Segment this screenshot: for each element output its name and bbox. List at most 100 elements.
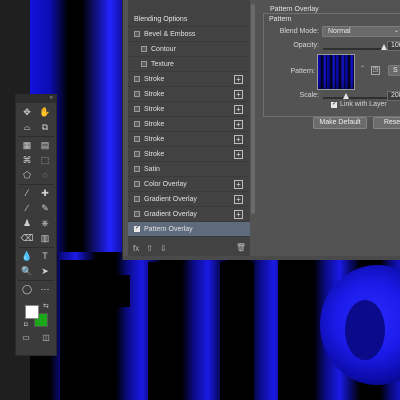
style-item-stroke[interactable]: Stroke +	[128, 117, 250, 132]
tools-panel: « ✥ ✋ ⌓ ⧉ ▦ ▤ ⌘ ⬚ ⬠ ◌ ⁄ ✚ ∕ ✎ ♟ ⎈ ⌫ ▥ 💧 T 🔍 ➤ ◯ ⋯ ⇆ ◘ ▭ ◫	[15, 94, 57, 356]
gradient-icon[interactable]: ▥	[36, 231, 54, 246]
add-style-icon[interactable]: +	[234, 135, 243, 144]
style-checkbox[interactable]	[134, 136, 140, 142]
crop-icon[interactable]: ⧉	[36, 120, 54, 135]
type-icon[interactable]: T	[36, 249, 54, 264]
style-item-stroke[interactable]: Stroke +	[128, 72, 250, 87]
tool-separator	[18, 136, 54, 137]
style-item-pattern-overlay[interactable]: Pattern Overlay	[128, 222, 250, 237]
foreground-color-swatch[interactable]	[25, 305, 39, 319]
style-checkbox[interactable]	[134, 76, 140, 82]
style-item-gradient-overlay[interactable]: Gradient Overlay +	[128, 192, 250, 207]
style-checkbox[interactable]	[134, 151, 140, 157]
style-checkbox[interactable]	[134, 196, 140, 202]
default-colors-icon[interactable]: ◘	[24, 322, 28, 328]
add-style-icon[interactable]: +	[234, 75, 243, 84]
collapse-icon[interactable]: «	[50, 95, 53, 101]
frame-icon[interactable]: ▦	[18, 138, 36, 153]
style-item-stroke[interactable]: Stroke +	[128, 87, 250, 102]
patch-icon[interactable]: ✚	[36, 186, 54, 201]
options-group-title: Pattern Overlay	[270, 6, 319, 13]
style-checkbox[interactable]	[141, 46, 147, 52]
quick-mask-icon[interactable]: ▭	[22, 333, 30, 342]
snap-to-origin-button[interactable]: S	[388, 65, 400, 76]
blending-options-item[interactable]: Blending Options	[128, 12, 250, 27]
opacity-slider-track[interactable]	[323, 48, 387, 50]
style-checkbox[interactable]	[134, 121, 140, 127]
opacity-label: Opacity:	[293, 42, 319, 49]
move-down-icon[interactable]: ⇩	[160, 244, 167, 253]
style-checkbox[interactable]	[134, 211, 140, 217]
style-checkbox[interactable]	[141, 61, 147, 67]
style-item-stroke[interactable]: Stroke +	[128, 147, 250, 162]
style-checkbox[interactable]	[134, 226, 140, 232]
style-item-texture[interactable]: Texture	[128, 57, 250, 72]
quick-select-icon[interactable]: ⌘	[18, 153, 36, 168]
ellipse-lasso-icon[interactable]: ◌	[36, 168, 54, 183]
lasso-icon[interactable]: ⌓	[18, 120, 36, 135]
pattern-swatch[interactable]	[317, 54, 355, 90]
eyedropper-icon[interactable]: ⁄	[18, 186, 36, 201]
style-item-gradient-overlay[interactable]: Gradient Overlay +	[128, 207, 250, 222]
letter-stem-2	[278, 255, 312, 400]
trash-icon[interactable]: 🗑	[236, 243, 246, 252]
pencil-icon[interactable]: ✎	[36, 201, 54, 216]
opacity-input[interactable]: 100	[387, 41, 400, 51]
style-item-label: Stroke	[144, 105, 165, 113]
swap-colors-icon[interactable]: ⇆	[43, 302, 49, 310]
tools-panel-header[interactable]: «	[16, 95, 56, 103]
history-brush-icon[interactable]: ⎈	[36, 216, 54, 231]
ellipse-icon[interactable]: ◯	[18, 282, 36, 297]
style-checkbox[interactable]	[134, 181, 140, 187]
style-item-bevel-emboss[interactable]: Bevel & Emboss	[128, 27, 250, 42]
style-item-label: Pattern Overlay	[144, 225, 193, 233]
tool-separator	[18, 280, 54, 281]
style-item-satin[interactable]: Satin	[128, 162, 250, 177]
style-item-label: Contour	[151, 45, 176, 53]
add-style-icon[interactable]: +	[234, 105, 243, 114]
add-style-icon[interactable]: +	[234, 180, 243, 189]
style-checkbox[interactable]	[134, 31, 140, 37]
brush-icon[interactable]: ∕	[18, 201, 36, 216]
style-checkbox[interactable]	[134, 106, 140, 112]
fx-icon[interactable]: fx	[133, 244, 139, 253]
zoom-icon[interactable]: 🔍	[18, 264, 36, 279]
path-select-icon[interactable]: ➤	[36, 264, 54, 279]
style-item-contour[interactable]: Contour	[128, 42, 250, 57]
marquee-icon[interactable]: ⬚	[36, 153, 54, 168]
link-with-layer-checkbox[interactable]	[331, 100, 337, 108]
move-up-icon[interactable]: ⇧	[146, 244, 153, 253]
new-preset-icon[interactable]: ◳	[371, 66, 380, 75]
move-icon[interactable]: ✥	[18, 105, 36, 120]
blend-mode-select[interactable]: Normal ⌄	[322, 26, 400, 37]
style-item-label: Stroke	[144, 135, 165, 143]
polygon-lasso-icon[interactable]: ⬠	[18, 168, 36, 183]
style-checkbox[interactable]	[134, 166, 140, 172]
more-icon[interactable]: ⋯	[36, 282, 54, 297]
pattern-picker-chevron-icon[interactable]: ⌄	[360, 62, 365, 69]
scale-input[interactable]: 208	[387, 91, 400, 101]
add-style-icon[interactable]: +	[234, 150, 243, 159]
screen-mode-icon[interactable]: ◫	[42, 333, 50, 342]
add-style-icon[interactable]: +	[234, 90, 243, 99]
blur-icon[interactable]: 💧	[18, 249, 36, 264]
stamp-icon[interactable]: ♟	[18, 216, 36, 231]
style-item-color-overlay[interactable]: Color Overlay +	[128, 177, 250, 192]
add-style-icon[interactable]: +	[234, 195, 243, 204]
eraser-icon[interactable]: ⌫	[18, 231, 36, 246]
style-item-label: Satin	[144, 165, 160, 173]
style-item-stroke[interactable]: Stroke +	[128, 132, 250, 147]
add-style-icon[interactable]: +	[234, 210, 243, 219]
style-item-label: Gradient Overlay	[144, 195, 197, 203]
style-item-stroke[interactable]: Stroke +	[128, 102, 250, 117]
add-style-icon[interactable]: +	[234, 120, 243, 129]
scale-slider-thumb[interactable]	[343, 93, 349, 99]
style-checkbox[interactable]	[134, 91, 140, 97]
hand-icon[interactable]: ✋	[36, 105, 54, 120]
make-default-button[interactable]: Make Default	[313, 117, 367, 129]
style-item-label: Stroke	[144, 90, 165, 98]
reset-button[interactable]: Reset	[373, 117, 400, 129]
link-with-layer-option[interactable]: Link with Layer	[331, 100, 387, 108]
note-icon[interactable]: ▤	[36, 138, 54, 153]
styles-list-scrollbar[interactable]	[251, 4, 255, 214]
